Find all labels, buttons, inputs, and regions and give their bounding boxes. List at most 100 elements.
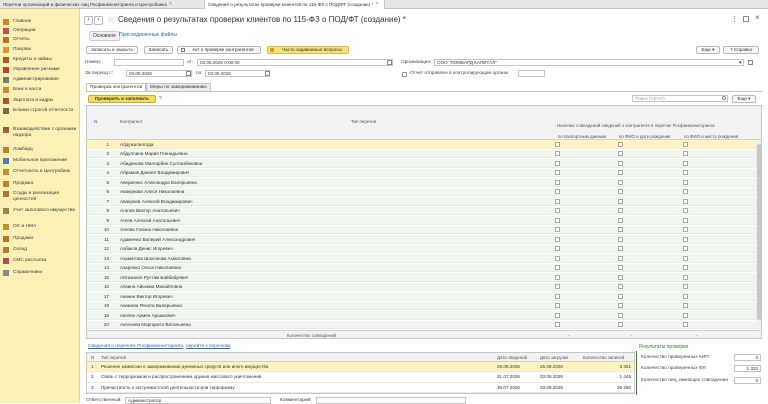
save-close-button[interactable]: Записать и закрыть — [86, 46, 138, 54]
match-checkbox[interactable] — [555, 227, 560, 232]
table-row[interactable]: 11 Адаменко Валерий Александрович — [87, 235, 756, 244]
organization-field[interactable]: ООО "ЛОМБАРД КАПИТАЛ" — [434, 59, 744, 66]
table-row[interactable]: 3 Абидинова Малгарбин Султанбековна — [87, 159, 756, 168]
match-checkbox[interactable] — [618, 303, 623, 308]
sidebar-item[interactable]: Продажа — [0, 181, 80, 187]
table-row[interactable]: 10 Агеева Галина Николаевна — [87, 225, 756, 234]
table-row[interactable]: 5 Авериенко Александра Валерьевна — [87, 178, 756, 187]
faq-button[interactable]: Часто задаваемые вопросы — [267, 46, 349, 54]
sidebar-item[interactable]: ОС и НМА — [0, 224, 80, 230]
table-row[interactable]: 18 Акимова Рената Валерьевна — [87, 301, 756, 310]
match-checkbox[interactable] — [555, 265, 560, 270]
sidebar-item[interactable]: Ломбард — [0, 147, 80, 153]
list-row[interactable]: 2 Связь с терроризмом и распространением … — [87, 372, 634, 383]
maximize-icon[interactable] — [743, 16, 749, 22]
window-tab-results[interactable]: Сведения о результатах проверки клиентов… — [205, 0, 385, 9]
open-icon[interactable] — [748, 60, 753, 65]
check-fill-button[interactable]: Проверить и заполнить — [88, 95, 156, 103]
more-actions-icon[interactable]: ⋮ — [731, 15, 738, 23]
sidebar-item[interactable]: Отчетность в Центробанк — [0, 169, 80, 175]
favorite-star-icon[interactable]: ☆ — [107, 15, 114, 24]
match-checkbox[interactable] — [618, 141, 623, 147]
table-row[interactable]: 8 Агапов Виктор Анатольевич — [87, 206, 756, 215]
sidebar-item[interactable]: Ссуды и реализация ценностей — [0, 191, 80, 202]
sidebar-item[interactable]: Управление рисками — [0, 67, 80, 73]
match-checkbox[interactable] — [618, 284, 623, 289]
close-icon[interactable]: × — [169, 0, 172, 9]
save-button[interactable]: Записать — [144, 46, 173, 54]
match-checkbox[interactable] — [555, 170, 560, 175]
sidebar-item[interactable]: Взаимодействие с органами надзора — [0, 127, 80, 138]
match-checkbox[interactable] — [618, 179, 623, 185]
match-checkbox[interactable] — [683, 246, 688, 251]
scrollbar-thumb[interactable] — [757, 144, 761, 320]
match-checkbox[interactable] — [618, 293, 623, 299]
table-row[interactable]: 2 Абдуллина Мария Геннадьевна — [87, 149, 756, 158]
sidebar-item[interactable]: Бланки строгой отчетности — [0, 108, 80, 114]
match-checkbox[interactable] — [683, 170, 688, 175]
sidebar-item[interactable]: Кредиты и займы — [0, 57, 80, 63]
match-checkbox[interactable] — [555, 141, 560, 147]
match-checkbox[interactable] — [683, 284, 688, 289]
chevron-down-icon[interactable]: ▾ — [739, 60, 742, 66]
match-checkbox[interactable] — [683, 208, 688, 213]
match-checkbox[interactable] — [683, 255, 688, 261]
grid-more-button[interactable]: Еще ▾ — [732, 95, 756, 103]
lists-info-link[interactable]: Сведения о перечнях Росфинмониторинга — [88, 344, 183, 349]
help-button[interactable]: ? Справка — [723, 46, 759, 54]
sidebar-item[interactable]: Операции — [0, 28, 80, 34]
sidebar-item[interactable]: Банк и касса — [0, 87, 80, 93]
table-row[interactable]: 13 Азаматова Шахсанам Ахматовна — [87, 254, 756, 263]
match-checkbox[interactable] — [683, 189, 688, 194]
list-row[interactable]: 1 Решение комиссии о замораживании денежн… — [87, 362, 634, 372]
match-checkbox[interactable] — [683, 265, 688, 270]
report-date-field[interactable] — [518, 70, 545, 77]
calendar-icon[interactable] — [186, 71, 191, 76]
match-checkbox[interactable] — [555, 303, 560, 308]
table-row[interactable]: 15 Айтазиное Рустам Байбабуевич — [87, 273, 756, 282]
match-checkbox[interactable] — [555, 322, 560, 327]
table-row[interactable]: 12 Азбаков Денис Игоревич — [87, 244, 756, 253]
close-icon[interactable]: × — [375, 0, 378, 9]
match-checkbox[interactable] — [618, 217, 623, 223]
table-row[interactable]: 6 Авакумова Алеся Николаевна — [87, 187, 756, 196]
match-checkbox[interactable] — [555, 151, 560, 156]
match-checkbox[interactable] — [618, 236, 623, 242]
table-row[interactable]: 9 Агеев Алексей Анатольевич — [87, 216, 756, 225]
match-checkbox[interactable] — [683, 198, 688, 204]
sidebar-item[interactable]: Справочники — [0, 270, 80, 276]
match-checkbox[interactable] — [555, 274, 560, 280]
sidebar-item[interactable]: Отчеты — [0, 37, 80, 43]
help-question-icon[interactable]: ? — [159, 96, 162, 102]
match-checkbox[interactable] — [683, 179, 688, 185]
sidebar-item[interactable]: Зарплата и кадры — [0, 98, 80, 104]
search-input[interactable]: Поиск (Ctrl+F) — [632, 95, 728, 102]
table-row[interactable]: 17 Акинин Виктор Игоревич — [87, 292, 756, 301]
match-checkbox[interactable] — [555, 208, 560, 213]
match-checkbox[interactable] — [683, 274, 688, 280]
match-checkbox[interactable] — [618, 265, 623, 270]
match-checkbox[interactable] — [618, 160, 623, 166]
period-from-field[interactable]: 03.08.2026 — [126, 70, 192, 77]
search-icon[interactable] — [722, 96, 726, 100]
sidebar-item[interactable]: Администрирование — [0, 77, 80, 83]
match-checkbox[interactable] — [555, 179, 560, 185]
from-date-field[interactable]: 03.08.2026 0:00:00 — [197, 59, 393, 66]
match-checkbox[interactable] — [555, 312, 560, 318]
match-checkbox[interactable] — [618, 189, 623, 194]
table-row[interactable]: 1 Абдужалилгода — [87, 140, 756, 149]
nav-back-button[interactable]: ‹ — [84, 16, 93, 25]
tab-check-counterparties[interactable]: Проверка контрагентов — [86, 83, 147, 91]
go-to-lists-link[interactable]: перейти к перечням — [186, 344, 230, 349]
more-button[interactable]: Еще ▾ — [696, 46, 720, 54]
match-checkbox[interactable] — [618, 246, 623, 251]
match-checkbox[interactable] — [683, 151, 688, 156]
match-checkbox[interactable] — [618, 208, 623, 213]
window-tab-lists[interactable]: Перечни организаций и физических лиц Рос… — [0, 0, 205, 9]
match-checkbox[interactable] — [618, 322, 623, 327]
match-checkbox[interactable] — [555, 236, 560, 242]
table-row[interactable]: 16 Айзина Айыжма Михайловна — [87, 282, 756, 291]
table-row[interactable]: 19 Акопян Армен Аршакович — [87, 311, 756, 320]
close-icon[interactable]: × — [755, 13, 760, 22]
match-checkbox[interactable] — [683, 227, 688, 232]
